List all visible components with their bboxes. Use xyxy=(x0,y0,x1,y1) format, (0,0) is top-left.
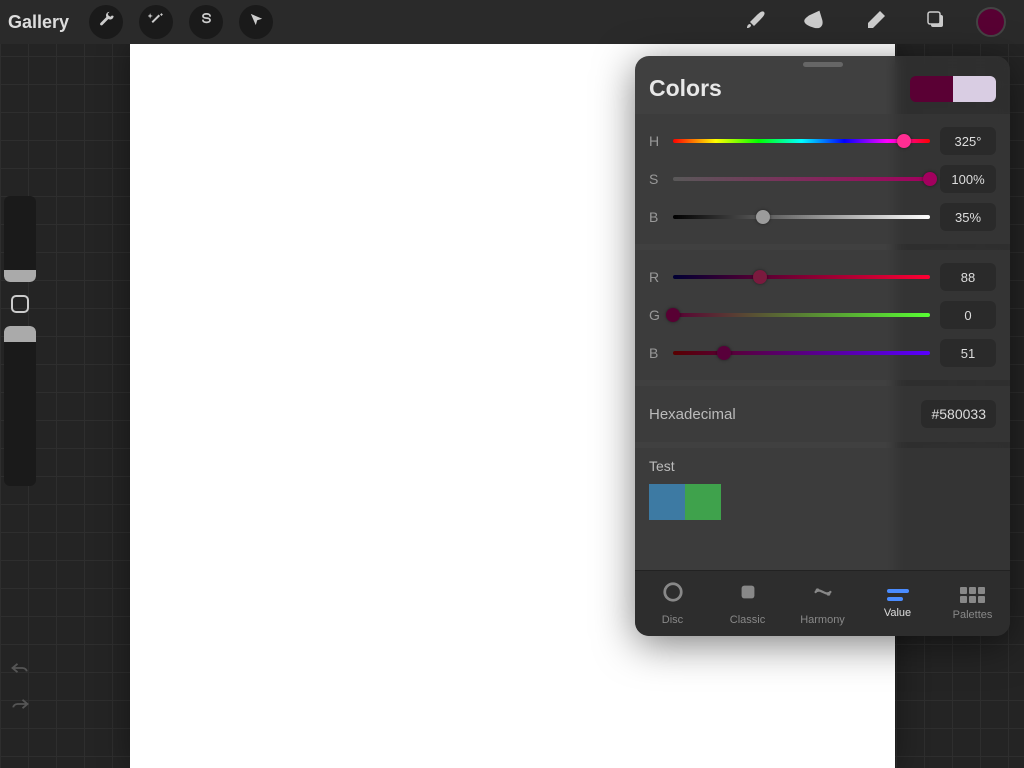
smudge-tool[interactable] xyxy=(796,2,836,42)
saturation-label: S xyxy=(649,171,669,187)
colors-panel: Colors H 325° S 100% B 35% xyxy=(635,56,1010,636)
selection-button[interactable] xyxy=(189,5,223,39)
hex-input[interactable]: #580033 xyxy=(921,400,996,428)
hex-row: Hexadecimal #580033 xyxy=(635,386,1010,442)
hex-label: Hexadecimal xyxy=(649,406,921,423)
hue-value[interactable]: 325° xyxy=(940,127,996,155)
brightness-label: B xyxy=(649,209,669,225)
actions-button[interactable] xyxy=(89,5,123,39)
layers-button[interactable] xyxy=(916,2,956,42)
wrench-icon xyxy=(98,11,115,33)
tab-classic-label: Classic xyxy=(730,614,765,626)
eraser-tool[interactable] xyxy=(856,2,896,42)
color-compare-swatches[interactable] xyxy=(910,76,996,102)
color-panel-tabs: Disc Classic Harmony Value Palettes xyxy=(635,570,1010,636)
disc-icon xyxy=(662,581,684,608)
blue-value[interactable]: 51 xyxy=(940,339,996,367)
brush-tool[interactable] xyxy=(736,2,776,42)
palettes-grid-icon xyxy=(960,587,985,603)
square-icon xyxy=(11,295,29,313)
palette-swatch-2[interactable] xyxy=(685,484,721,520)
redo-button[interactable] xyxy=(4,692,36,720)
brush-opacity-slider[interactable] xyxy=(4,326,36,486)
tab-harmony[interactable]: Harmony xyxy=(785,571,860,636)
palette-swatch-1[interactable] xyxy=(649,484,685,520)
green-slider[interactable] xyxy=(673,313,930,317)
saturation-value[interactable]: 100% xyxy=(940,165,996,193)
undo-button[interactable] xyxy=(4,656,36,684)
panel-title: Colors xyxy=(649,75,910,102)
redo-icon xyxy=(10,696,30,717)
modify-button[interactable] xyxy=(4,288,36,320)
tab-disc-label: Disc xyxy=(662,614,683,626)
adjustments-button[interactable] xyxy=(139,5,173,39)
wand-icon xyxy=(148,11,165,33)
panel-drag-handle[interactable] xyxy=(803,62,843,67)
tab-disc[interactable]: Disc xyxy=(635,571,710,636)
brush-icon xyxy=(744,8,768,37)
saturation-slider[interactable] xyxy=(673,177,930,181)
hsb-section: H 325° S 100% B 35% xyxy=(635,114,1010,244)
smudge-icon xyxy=(804,8,828,37)
tab-palettes-label: Palettes xyxy=(953,609,993,621)
blue-label: B xyxy=(649,345,669,361)
hue-slider[interactable] xyxy=(673,139,930,143)
brush-size-slider[interactable] xyxy=(4,196,36,282)
red-label: R xyxy=(649,269,669,285)
brightness-slider[interactable] xyxy=(673,215,930,219)
palette-name[interactable]: Test xyxy=(649,458,996,474)
selection-s-icon xyxy=(198,11,215,33)
hue-label: H xyxy=(649,133,669,149)
previous-color-swatch[interactable] xyxy=(910,76,953,102)
blue-slider[interactable] xyxy=(673,351,930,355)
cursor-arrow-icon xyxy=(248,11,265,33)
secondary-color-swatch[interactable] xyxy=(953,76,996,102)
brightness-value[interactable]: 35% xyxy=(940,203,996,231)
red-value[interactable]: 88 xyxy=(940,263,996,291)
layers-icon xyxy=(924,8,948,37)
value-sliders-icon xyxy=(887,589,909,601)
left-sidebar xyxy=(0,196,40,728)
palette-section: Test xyxy=(635,448,1010,570)
tab-classic[interactable]: Classic xyxy=(710,571,785,636)
harmony-icon xyxy=(812,581,834,608)
top-toolbar: Gallery xyxy=(0,0,1024,44)
rgb-section: R 88 G 0 B 51 xyxy=(635,250,1010,380)
transform-button[interactable] xyxy=(239,5,273,39)
tab-value[interactable]: Value xyxy=(860,571,935,636)
undo-icon xyxy=(10,660,30,681)
tab-palettes[interactable]: Palettes xyxy=(935,571,1010,636)
palette-row xyxy=(649,484,996,520)
eraser-icon xyxy=(864,8,888,37)
active-color-swatch[interactable] xyxy=(976,7,1006,37)
classic-icon xyxy=(737,581,759,608)
red-slider[interactable] xyxy=(673,275,930,279)
tab-value-label: Value xyxy=(884,607,911,619)
tab-harmony-label: Harmony xyxy=(800,614,845,626)
gallery-link[interactable]: Gallery xyxy=(8,12,69,33)
green-value[interactable]: 0 xyxy=(940,301,996,329)
